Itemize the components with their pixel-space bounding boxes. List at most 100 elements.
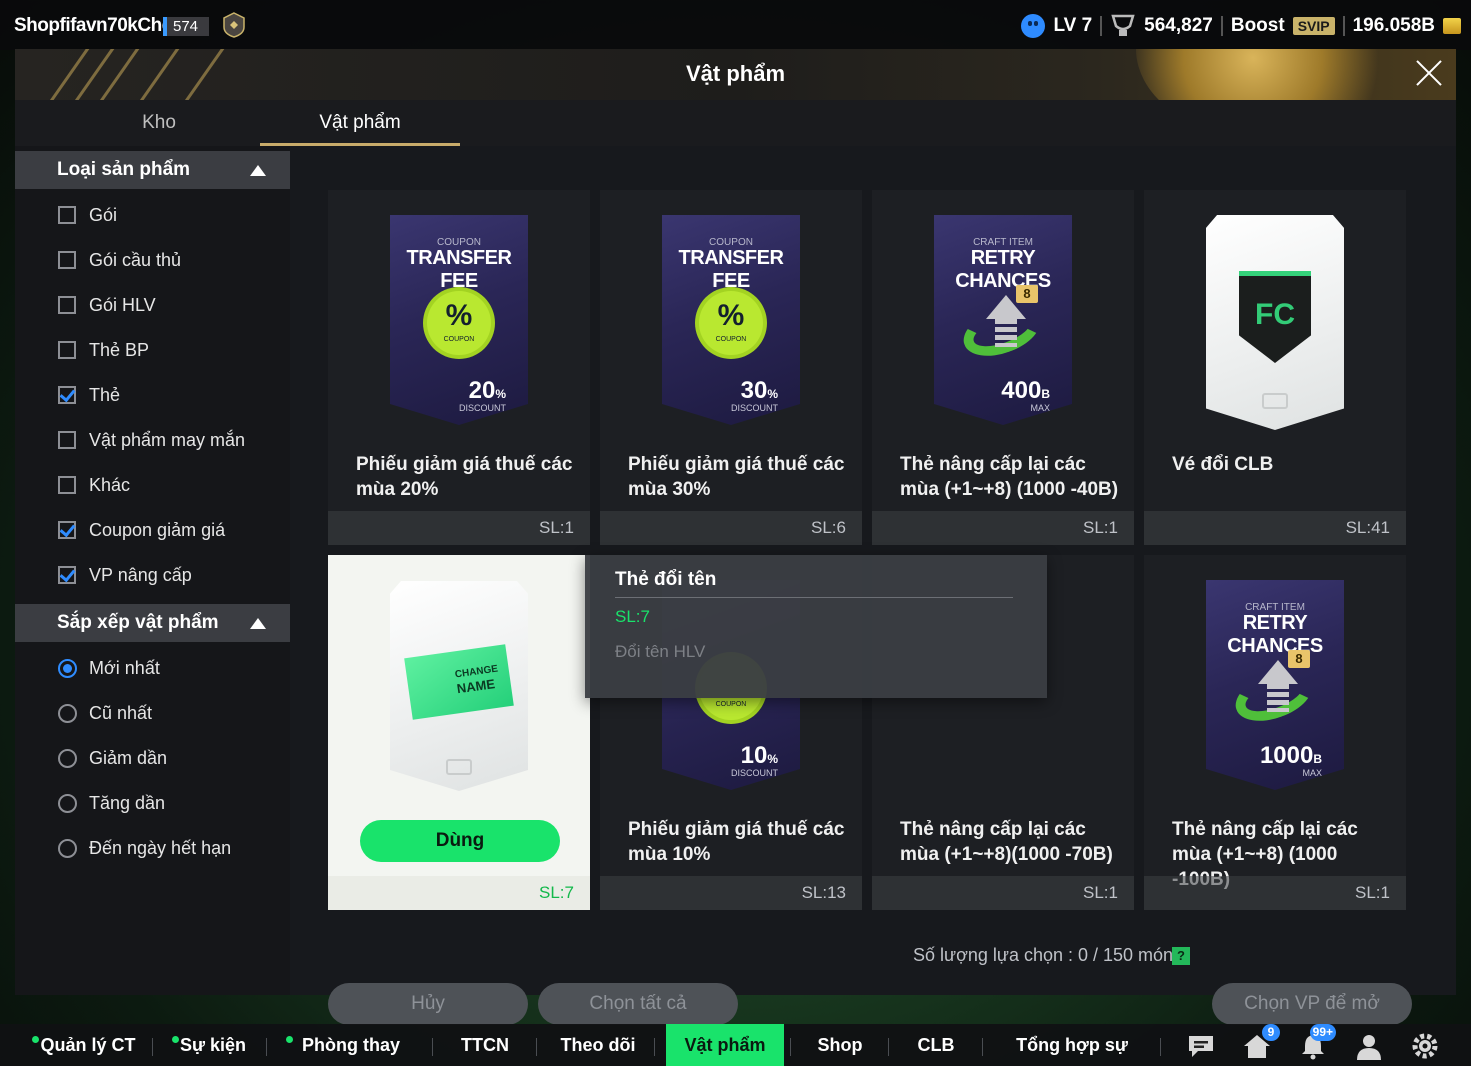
- nav-su-kien[interactable]: Sự kiện: [172, 1024, 248, 1066]
- club-shield-icon: FC: [1239, 271, 1311, 363]
- checkbox[interactable]: [58, 476, 76, 494]
- nav-label: Vật phẩm: [684, 1035, 766, 1055]
- sort-label: Cũ nhất: [89, 702, 153, 723]
- discount-value: 10%: [741, 742, 778, 770]
- collapse-up-icon: [250, 618, 266, 629]
- close-button[interactable]: [1410, 55, 1446, 91]
- sort-oldest[interactable]: Cũ nhất: [58, 698, 152, 728]
- max-caption: MAX: [1302, 768, 1322, 778]
- bp-count: 196.058B: [1352, 15, 1435, 36]
- vip-badge: SVIP: [1292, 17, 1335, 35]
- fc-watermark-icon: [1262, 393, 1288, 409]
- cancel-button[interactable]: Hủy: [328, 983, 528, 1025]
- nav-phong-thay-do[interactable]: Phòng thay đồ: [286, 1024, 410, 1066]
- filter-vat-pham-may-man[interactable]: Vật phẩm may mắn: [58, 425, 245, 455]
- radio[interactable]: [58, 748, 77, 768]
- item-card-retry-1000[interactable]: CRAFT ITEM RETRY CHANCES 8 1000B MAX Thẻ…: [1144, 555, 1406, 910]
- nav-label: TTCN: [461, 1035, 509, 1055]
- item-card-club-ticket[interactable]: FC Vé đổi CLB SL:41: [1144, 190, 1406, 545]
- item-card-change-name[interactable]: CHANGE NAME Dùng SL:7: [328, 555, 590, 910]
- filter-goi-cau-thu[interactable]: Gói cầu thủ: [58, 245, 181, 275]
- chat-icon[interactable]: [1186, 1032, 1216, 1060]
- nav-ttcn[interactable]: TTCN: [458, 1024, 512, 1066]
- home-button[interactable]: 9: [1242, 1024, 1280, 1060]
- divider: [1342, 16, 1345, 36]
- settings-icon[interactable]: [1410, 1032, 1440, 1060]
- tooltip-divider: [615, 597, 1013, 598]
- checkbox-checked[interactable]: [58, 521, 76, 539]
- open-selected-button[interactable]: Chọn VP để mở: [1212, 983, 1412, 1025]
- use-button[interactable]: Dùng: [360, 820, 560, 862]
- radio[interactable]: [58, 703, 77, 723]
- bottom-nav: Quản lý CT Sự kiện Phòng thay đồ TTCN Th…: [0, 1024, 1471, 1066]
- filter-khac[interactable]: Khác: [58, 470, 130, 500]
- boost-label[interactable]: Boost: [1231, 15, 1285, 37]
- discount-caption: DISCOUNT: [731, 403, 778, 413]
- select-all-button[interactable]: Chọn tất cả: [538, 983, 738, 1025]
- item-card-retry-400[interactable]: CRAFT ITEM RETRY CHANCES 8 400B MAX Thẻ …: [872, 190, 1134, 545]
- nav-clb[interactable]: CLB: [910, 1024, 962, 1066]
- item-tooltip: Thẻ đổi tên SL:7 Đổi tên HLV: [585, 555, 1047, 698]
- sort-header[interactable]: Sắp xếp vật phẩm: [15, 604, 290, 642]
- sort-descending[interactable]: Giảm dần: [58, 743, 167, 773]
- item-quantity: SL:1: [1083, 883, 1118, 902]
- notification-button[interactable]: 99+: [1298, 1024, 1336, 1060]
- item-card-transfer-20[interactable]: COUPON TRANSFER FEE % COUPON 20% DISCOUN…: [328, 190, 590, 545]
- radio[interactable]: [58, 793, 77, 813]
- sort-header-label: Sắp xếp vật phẩm: [57, 612, 219, 633]
- item-quantity: SL:7: [539, 883, 574, 902]
- sort-ascending[interactable]: Tăng dần: [58, 788, 165, 818]
- level-tag: 8: [1288, 650, 1310, 668]
- radio-selected[interactable]: [58, 658, 77, 678]
- nav-label: Sự kiện: [179, 1035, 247, 1055]
- max-value: 400B: [1001, 377, 1050, 405]
- filter-label: Coupon giảm giá: [89, 519, 226, 540]
- checkbox[interactable]: [58, 431, 76, 449]
- sort-expiry[interactable]: Đến ngày hết hạn: [58, 833, 231, 863]
- checkbox-checked[interactable]: [58, 566, 76, 584]
- coupon-seal-icon: % COUPON: [427, 291, 491, 355]
- filter-the-bp[interactable]: Thẻ BP: [58, 335, 149, 365]
- nav-theo-doi[interactable]: Theo dõi: [560, 1024, 636, 1066]
- discount-value: 30%: [741, 377, 778, 405]
- filter-goi[interactable]: Gói: [58, 200, 117, 230]
- selection-count: Số lượng lựa chọn : 0 / 150 món: [913, 945, 1174, 965]
- tab-kho[interactable]: Kho: [59, 100, 259, 146]
- checkbox[interactable]: [58, 296, 76, 314]
- tooltip-title: Thẻ đổi tên: [615, 569, 717, 590]
- profile-icon[interactable]: [1354, 1032, 1384, 1060]
- filter-vp-nang-cap[interactable]: VP nâng cấp: [58, 560, 192, 590]
- item-quantity: SL:1: [1355, 883, 1390, 902]
- change-name-art: CHANGE NAME: [390, 581, 528, 791]
- filter-coupon[interactable]: Coupon giảm giá: [58, 515, 225, 545]
- checkbox-checked[interactable]: [58, 386, 76, 404]
- item-card-transfer-30[interactable]: COUPON TRANSFER FEE % COUPON 30% DISCOUN…: [600, 190, 862, 545]
- product-type-header[interactable]: Loại sản phẩm: [15, 151, 290, 189]
- filter-the[interactable]: Thẻ: [58, 380, 120, 410]
- filter-label: Vật phẩm may mắn: [89, 429, 246, 450]
- item-quantity: SL:41: [1345, 518, 1390, 537]
- nav-quan-ly-ct[interactable]: Quản lý CT: [32, 1024, 138, 1066]
- nav-divider: [266, 1038, 267, 1056]
- filter-label: Thẻ BP: [89, 339, 150, 360]
- checkbox[interactable]: [58, 251, 76, 269]
- checkbox[interactable]: [58, 206, 76, 224]
- help-icon[interactable]: ?: [1172, 947, 1190, 965]
- filter-goi-hlv[interactable]: Gói HLV: [58, 290, 156, 320]
- tab-vat-pham[interactable]: Vật phẩm: [260, 100, 460, 146]
- nav-tong-hop-su-kien[interactable]: Tổng hợp sự kiện: [1006, 1024, 1138, 1066]
- filter-label: Gói HLV: [89, 294, 156, 315]
- coupon-seal-icon: % COUPON: [699, 291, 763, 355]
- radio[interactable]: [58, 838, 77, 858]
- nav-shop[interactable]: Shop: [810, 1024, 870, 1066]
- filter-sidebar: Loại sản phẩm Gói Gói cầu thủ Gói HLV Th…: [15, 146, 290, 995]
- rank-emblem-icon[interactable]: [222, 12, 246, 38]
- sort-newest[interactable]: Mới nhất: [58, 653, 160, 683]
- item-name: Vé đổi CLB: [1172, 454, 1274, 475]
- nav-vat-pham[interactable]: Vật phẩm: [666, 1024, 784, 1066]
- checkbox[interactable]: [58, 341, 76, 359]
- nav-label: Quản lý CT: [40, 1035, 136, 1055]
- discount-caption: DISCOUNT: [731, 768, 778, 778]
- sort-label: Mới nhất: [89, 657, 160, 678]
- item-quantity: SL:13: [801, 883, 846, 902]
